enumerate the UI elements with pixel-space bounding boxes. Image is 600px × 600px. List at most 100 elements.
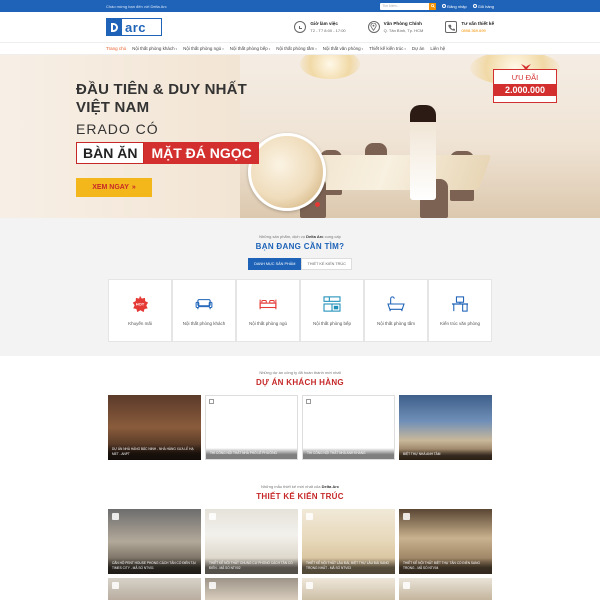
projects-title: DỰ ÁN KHÁCH HÀNG [256, 378, 344, 387]
design-caption: THIẾT KẾ NỘI THẤT CHUNG CƯ PHONG CÁCH TÂ… [205, 558, 298, 574]
design-card[interactable]: CĂN HỘ PENT HOUSE PHONG CÁCH TÂN CỔ ĐIỂN… [108, 509, 201, 574]
logo-text: arc [125, 19, 147, 35]
cart-label: Giỏ hàng [477, 3, 494, 9]
search-button[interactable] [429, 2, 437, 10]
project-card[interactable]: THI CÔNG NỘI THẤT NHÀ ANH KHANG [302, 395, 395, 460]
category-label: Kiến trúc văn phòng [439, 321, 481, 326]
design-card[interactable]: THIẾT KẾ NỘI THẤT BIỆT THỰ TÂN CỔ ĐIỂN S… [399, 509, 492, 574]
architecture-caption: Những mẫu thiết kế mới nhất của Delta Ar… [260, 484, 340, 489]
hero-line-2: VIỆT NAM [76, 99, 150, 116]
sofa-icon [194, 295, 214, 313]
cart-link[interactable]: Giỏ hàng [472, 3, 494, 9]
clock-icon [294, 21, 307, 33]
bathtub-icon [386, 295, 406, 313]
hero-word-2: MẶT ĐÁ NGỌC [144, 142, 259, 164]
hotline-number[interactable]: 0898.369.699 [461, 28, 494, 33]
gallery-icon [209, 582, 216, 589]
gallery-icon [403, 513, 410, 520]
project-card[interactable]: BIỆT THỰ NHÀ ANH TÂM [399, 395, 492, 460]
gallery-icon [112, 582, 119, 589]
logo[interactable]: arc [106, 18, 162, 36]
project-card[interactable]: THI CÔNG NỘI THẤT NHÀ PHỐ LÊ PHƯỜNG [205, 395, 298, 460]
login-link[interactable]: Đăng nhập [442, 4, 467, 9]
project-caption: BIỆT THỰ NHÀ ANH TÂM [399, 448, 492, 460]
double-chevron-right-icon: » [131, 184, 136, 191]
design-card[interactable] [302, 578, 395, 600]
category-label: Nội thất phòng tắm [376, 321, 416, 326]
working-hours-value: T2 - T7 8:00 - 17:00 [310, 28, 346, 33]
promo-badge: ƯU ĐÃI 2.000.000 [493, 64, 557, 103]
project-caption: THI CÔNG NỘI THẤT NHÀ ANH KHANG [303, 447, 394, 459]
design-consulting[interactable]: Tư vấn thiết kế 0898.369.699 [445, 21, 494, 33]
category-label: Nội thất phòng khách [182, 321, 226, 326]
category-kitchen[interactable]: Nội thất phòng bếp [300, 279, 364, 342]
category-living-room[interactable]: Nội thất phòng khách [172, 279, 236, 342]
nav-item-kitchen[interactable]: Nội thất phòng bếp▾ [230, 46, 271, 51]
services-tabs: DANH MỤC SẢN PHẨM THIẾT KẾ KIẾN TRÚC [0, 258, 600, 270]
svg-text:HOT: HOT [136, 301, 145, 306]
chevron-down-icon: ▾ [268, 47, 271, 51]
office-desk-icon [450, 295, 470, 313]
nav-item-home[interactable]: Trang chủ [106, 46, 126, 51]
working-hours-title: Giờ làm việc [310, 21, 338, 26]
top-bar-actions: Tìm kiếm... Đăng nhập Giỏ hàng [380, 2, 494, 10]
hero-banner[interactable]: ĐẦU TIÊN & DUY NHẤT VIỆT NAM ERADO CÓ BÀ… [0, 55, 600, 218]
phone-icon [445, 21, 458, 33]
gallery-icon [209, 513, 216, 520]
promo-label: ƯU ĐÃI [511, 73, 539, 82]
logo-mark [107, 19, 122, 35]
chevron-down-icon: ▾ [361, 47, 364, 51]
view-now-button[interactable]: XEM NGAY » [76, 178, 152, 197]
category-office[interactable]: Kiến trúc văn phòng [428, 279, 492, 342]
page: Chào mừng bạn đến với Delta Arc Tìm kiếm… [0, 0, 600, 600]
search-icon [430, 4, 435, 8]
nav-item-contact[interactable]: Liên hệ [430, 46, 445, 51]
tab-architecture-design[interactable]: THIẾT KẾ KIẾN TRÚC [301, 258, 352, 270]
search-box[interactable]: Tìm kiếm... [380, 2, 437, 10]
architecture-grid-row-2 [0, 578, 600, 600]
tab-product-categories[interactable]: DANH MỤC SẢN PHẨM [248, 258, 302, 270]
nav-item-architecture[interactable]: Thiết kế kiến trúc▾ [369, 46, 406, 51]
design-card[interactable] [399, 578, 492, 600]
nav-item-office[interactable]: Nội thất văn phòng▾ [323, 46, 363, 51]
login-label: Đăng nhập [447, 3, 467, 9]
hero-word-1: BÀN ĂN [76, 142, 145, 164]
project-caption: THI CÔNG NỘI THẤT NHÀ PHỐ LÊ PHƯỜNG [206, 447, 297, 459]
design-card[interactable] [205, 578, 298, 600]
nav-item-bedroom[interactable]: Nội thất phòng ngủ▾ [183, 46, 224, 51]
search-input[interactable]: Tìm kiếm... [382, 4, 399, 8]
category-bedroom[interactable]: Nội thất phòng ngủ [236, 279, 300, 342]
nav-item-projects[interactable]: Dự án [412, 46, 425, 51]
category-bathroom[interactable]: Nội thất phòng tắm [364, 279, 428, 342]
welcome-text: Chào mừng bạn đến với Delta Arc [106, 3, 167, 9]
design-caption: CĂN HỘ PENT HOUSE PHONG CÁCH TÂN CỔ ĐIỂN… [108, 558, 201, 574]
hero-text: ĐẦU TIÊN & DUY NHẤT VIỆT NAM ERADO CÓ BÀ… [76, 81, 259, 197]
nav-item-living-room[interactable]: Nội thất phòng khách▾ [132, 46, 177, 51]
design-card[interactable]: THIẾT KẾ NỘI THẤT CHUNG CƯ PHONG CÁCH TÂ… [205, 509, 298, 574]
chevron-down-icon: ▾ [315, 47, 317, 51]
design-consulting-title: Tư vấn thiết kế [461, 21, 494, 26]
marble-closeup-image [248, 133, 326, 211]
projects-caption: Những dự án công ty đã hoàn thành mới nh… [259, 370, 341, 375]
top-bar: Chào mừng bạn đến với Delta Arc Tìm kiếm… [0, 0, 600, 12]
architecture-section: Những mẫu thiết kế mới nhất của Delta Ar… [0, 476, 600, 600]
gallery-icon [306, 582, 313, 589]
location-icon [367, 21, 380, 33]
category-promotion[interactable]: HOT Khuyến mãi [108, 279, 172, 342]
category-label: Nội thất phòng bếp [312, 321, 352, 326]
hero-line-3: ERADO CÓ [76, 121, 159, 137]
kitchen-icon [322, 295, 342, 313]
user-icon [442, 4, 447, 8]
cart-icon [472, 4, 477, 8]
header: arc Giờ làm việc T2 - T7 8:00 - 17:00 Vă… [0, 12, 600, 42]
hero-line-1: ĐẦU TIÊN & DUY NHẤT [76, 81, 248, 98]
bed-icon [258, 295, 278, 313]
gallery-icon [112, 513, 119, 520]
design-card[interactable]: THIẾT KẾ NỘI THẤT LÂU ĐÀI, BIỆT THỰ LÂU … [302, 509, 395, 574]
project-card[interactable]: DỰ ÁN NHÀ HÀNG BẮC NINH - NHÀ HÀNG XƯA L… [108, 395, 201, 460]
model-image [410, 105, 436, 200]
design-card[interactable] [108, 578, 201, 600]
nav-item-bathroom[interactable]: Nội thất phòng tắm▾ [276, 46, 317, 51]
gallery-icon [403, 582, 410, 589]
main-office-title: Văn Phòng Chính [383, 21, 422, 26]
